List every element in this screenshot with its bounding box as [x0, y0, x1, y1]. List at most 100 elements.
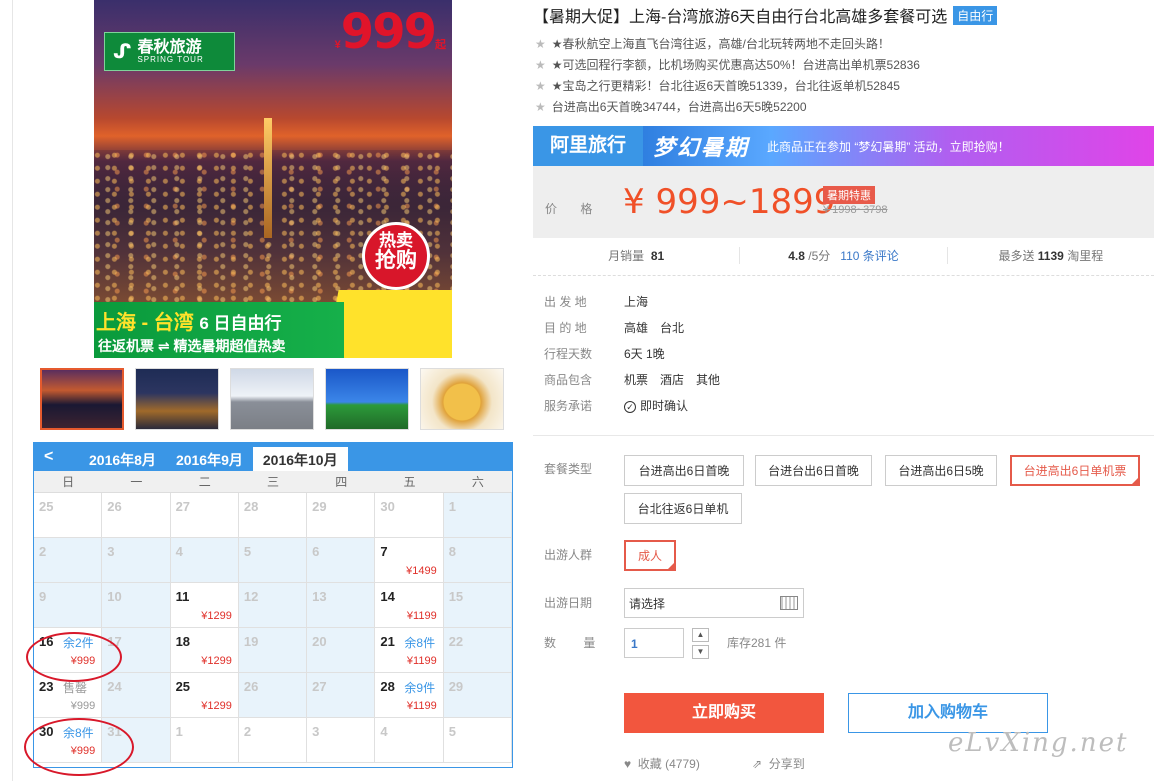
day-number: 3	[107, 544, 115, 559]
info-value-item: 高雄	[624, 320, 649, 335]
hot-line-1: 热卖	[379, 231, 413, 250]
calendar-day: 19	[238, 628, 308, 673]
calendar-day[interactable]: 21 余8件 ¥1199	[375, 628, 444, 673]
quantity-input[interactable]: 1	[624, 628, 684, 658]
weekday-label: 五	[403, 475, 416, 489]
info-value-item: 上海	[624, 294, 649, 309]
month-tab[interactable]: 2016年9月	[166, 447, 253, 471]
day-price: ¥1199	[406, 655, 437, 667]
tower-shape	[264, 118, 272, 238]
share-button[interactable]: ⇗ 分享到	[752, 755, 805, 772]
price-box: 价 格 ¥ 999~1899 暑期特惠 ¥ 1998~3798	[533, 166, 1154, 238]
ali-travel-banner[interactable]: 阿里旅行 梦幻暑期 此商品正在参加 “梦幻暑期” 活动，立即抢购！	[533, 126, 1154, 166]
calendar-day: 26	[102, 493, 171, 538]
logo-mark-icon: ᔑ	[113, 41, 132, 63]
calendar-day[interactable]: 14 ¥1199	[375, 583, 444, 628]
day-number: 24	[107, 679, 122, 694]
calendar-day[interactable]: 18 ¥1299	[170, 628, 239, 673]
day-number: 1	[175, 724, 183, 739]
share-icon: ⇗	[752, 757, 763, 771]
promo-tag: 暑期特惠	[823, 186, 875, 204]
day-number: 31	[107, 724, 122, 739]
travel-date-input[interactable]: 请选择	[624, 588, 804, 618]
thumbnail-4[interactable]	[325, 368, 409, 430]
info-row: 目 的 地 高雄 台北	[544, 314, 720, 340]
thumbnail-2[interactable]	[135, 368, 219, 430]
calendar-day: 31	[102, 718, 171, 763]
bullet-text: ★宝岛之行更精彩！台北往返6天首晚51339，台北往返单机52845	[551, 79, 900, 93]
rating-value: 4.8	[788, 248, 805, 263]
image-price-number: 999	[340, 4, 437, 60]
weekday-label: 一	[130, 475, 143, 489]
month-tab[interactable]: 2016年8月	[79, 447, 166, 471]
quantity-down-icon[interactable]: ▼	[692, 645, 709, 659]
day-number: 28	[380, 679, 395, 694]
calendar-day: 4	[170, 538, 239, 583]
people-label: 出游人群	[544, 548, 593, 562]
package-option[interactable]: 台进高出6日单机票	[1010, 455, 1140, 486]
share-label: 分享到	[768, 757, 805, 771]
calendar-day: 1	[443, 493, 512, 538]
day-number: 29	[448, 679, 464, 694]
thumbnail-strip	[40, 368, 504, 430]
prev-month-icon[interactable]: <	[44, 448, 53, 466]
package-option[interactable]: 台进高出6日5晚	[885, 455, 997, 486]
thumbnail-5[interactable]	[420, 368, 504, 430]
info-key: 服务承诺	[544, 398, 593, 413]
day-number: 4	[175, 544, 183, 559]
calendar-day: 13	[307, 583, 376, 628]
monthly-sales: 月销量 81	[533, 246, 741, 264]
calendar-day[interactable]: 16 余2件 ¥999	[34, 628, 103, 673]
calendar-day[interactable]: 28 余9件 ¥1199	[375, 673, 444, 718]
calendar-icon[interactable]	[780, 596, 798, 610]
month-tabs: 2016年8月 2016年9月 2016年10月	[79, 447, 348, 471]
main-product-image: ᔑ 春秋旅游 SPRING TOUR 热卖 抢购 上海 - 台湾 6 日自由行 …	[94, 0, 452, 358]
calendar-day: 5	[443, 718, 512, 763]
info-value: 上海	[624, 293, 648, 310]
favorite-button[interactable]: ♥ 收藏 (4779)	[624, 755, 700, 772]
bullet-item: ★ ★春秋航空上海直飞台湾往返，高雄/台北玩转两地不走回头路！	[535, 34, 920, 55]
day-number: 27	[175, 499, 191, 514]
calendar-day[interactable]: 30 余8件 ¥999	[34, 718, 103, 763]
reviews-link[interactable]: 110 条评论	[840, 249, 898, 263]
day-number: 16	[39, 634, 54, 649]
calendar-day[interactable]: 7 ¥1499	[375, 538, 444, 583]
rating-suffix: /5分	[808, 248, 831, 263]
calendar-day: 10	[102, 583, 171, 628]
calendar-day: 27	[170, 493, 239, 538]
month-tab[interactable]: 2016年10月	[252, 447, 348, 471]
price-range: ¥ 999~1899	[623, 182, 836, 222]
logo-cn-text: 春秋旅游	[137, 37, 202, 57]
quantity-up-icon[interactable]: ▲	[692, 628, 709, 642]
calendar-day[interactable]: 11 ¥1299	[170, 583, 239, 628]
buy-now-button[interactable]: 立即购买	[624, 693, 824, 733]
calendar-day: 25	[34, 493, 103, 538]
calendar-day: 6	[307, 538, 376, 583]
points: 最多送 1139 淘里程	[948, 247, 1154, 264]
price-banner-bg	[326, 290, 452, 358]
calendar-day[interactable]: 25 ¥1299	[170, 673, 239, 718]
calendar-grid: 25 26 27 28 29 30 1 2 3 4 5 6 7 ¥1499 8 9 10 11 ¥1299 12 13 1…	[34, 493, 512, 763]
people-option-adult[interactable]: 成人	[624, 540, 676, 571]
favorite-label: 收藏 (4779)	[637, 757, 700, 771]
bullet-item: ★ 台进高出6天首晚34744，台进高出6天5晚52200	[535, 97, 920, 118]
calendar-day: 2	[238, 718, 308, 763]
package-option[interactable]: 台进高出6日首晚	[624, 455, 744, 486]
divider	[533, 435, 1154, 436]
package-option[interactable]: 台进台出6日首晚	[755, 455, 872, 486]
calendar-day: 26	[238, 673, 308, 718]
info-value-item: 台北	[660, 320, 685, 335]
thumbnail-1[interactable]	[40, 368, 124, 430]
day-number: 25	[39, 499, 54, 514]
add-to-cart-button[interactable]: 加入购物车	[848, 693, 1048, 733]
day-stock: 售罄	[63, 681, 88, 695]
calendar-day: 24	[102, 673, 171, 718]
calendar-day: 30	[375, 493, 444, 538]
thumbnail-3[interactable]	[230, 368, 314, 430]
day-number: 29	[312, 499, 327, 514]
package-option[interactable]: 台北往返6日单机	[624, 493, 742, 524]
day-price: ¥1199	[406, 700, 437, 712]
stats-bar: 月销量 81 4.8 /5分 110 条评论 最多送 1139 淘里程	[533, 240, 1154, 270]
day-number: 5	[448, 724, 456, 739]
sales-value: 81	[650, 248, 665, 263]
